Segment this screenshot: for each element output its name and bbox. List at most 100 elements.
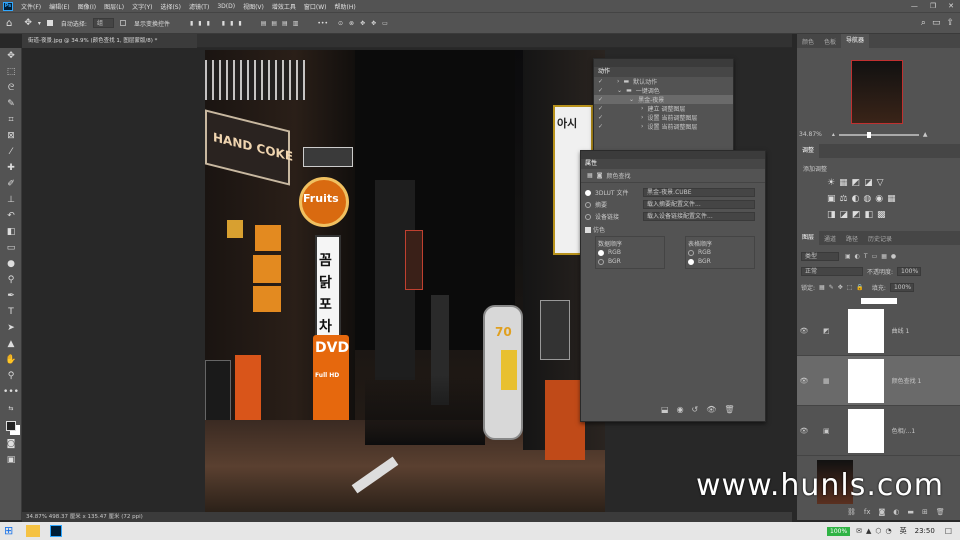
tab-navigator[interactable]: 导航器 (841, 34, 870, 48)
minimize-icon[interactable]: — (911, 2, 918, 10)
new-layer-icon[interactable]: ⊞ (922, 508, 928, 516)
layer-row-curves[interactable]: 👁 ◩ 曲线 1 (797, 306, 960, 356)
bgr-radio[interactable] (688, 258, 694, 265)
bgr-radio[interactable] (598, 258, 604, 265)
layer-kind-dropdown[interactable]: 类型 (801, 252, 839, 261)
add-mask-icon[interactable]: ◙ (879, 508, 886, 516)
distribute-icons[interactable]: ▤▤▤▥ (261, 20, 304, 27)
action-set-default[interactable]: ✓ › ▬ 默认动作 (594, 77, 733, 86)
opacity-input[interactable]: 100% (897, 267, 922, 276)
eyedropper-tool-icon[interactable]: ⁄ (0, 144, 22, 160)
menu-item-layer[interactable]: 图层(L) (100, 2, 128, 11)
maximize-icon[interactable]: ❐ (930, 2, 936, 10)
ime-indicator[interactable]: 英 (900, 526, 907, 536)
action-set-oneclick[interactable]: ✓ ⌄ ▬ 一键调色 (594, 86, 733, 95)
hand-tool-icon[interactable]: ✋ (0, 352, 22, 368)
align-icons[interactable]: ▮▮▮ ▮▮▮ (190, 20, 247, 27)
menu-item-window[interactable]: 窗口(W) (300, 2, 331, 11)
menu-item-edit[interactable]: 编辑(E) (45, 2, 73, 11)
tab-layers[interactable]: 图层 (797, 231, 820, 245)
menu-item-view[interactable]: 视图(V) (239, 2, 268, 11)
menu-item-image[interactable]: 图像(I) (74, 2, 100, 11)
gradient-tool-icon[interactable]: ▭ (0, 240, 22, 256)
brush-tool-icon[interactable]: ✐ (0, 176, 22, 192)
rgb-radio[interactable] (688, 249, 694, 256)
adjustment-icons-row1[interactable]: ☀▦◩◪▽ (827, 178, 888, 188)
table-order-rgb[interactable]: RGB (688, 248, 752, 257)
layer-mask-thumbnail[interactable] (847, 358, 884, 403)
tab-adjustments[interactable]: 调整 (797, 144, 820, 158)
shape-tool-icon[interactable]: ▲ (0, 336, 22, 352)
blur-tool-icon[interactable]: ● (0, 256, 22, 272)
view-previous-icon[interactable]: ◉ (677, 405, 684, 414)
fx-icon[interactable]: fx (864, 508, 871, 516)
chevron-down-icon[interactable]: ⌄ (629, 96, 634, 103)
3d-mode-icons[interactable]: ⊙⊗✥✥▭ (338, 20, 394, 27)
lasso-tool-icon[interactable]: ᘓ (0, 80, 22, 96)
adjustment-icons-row3[interactable]: ◨◪◩◧▩ (827, 210, 890, 220)
menu-item-filter[interactable]: 滤镜(T) (185, 2, 213, 11)
menu-item-select[interactable]: 选择(S) (156, 2, 185, 11)
zoom-tool-icon[interactable]: ⚲ (0, 368, 22, 384)
filter-icons[interactable]: ▣◐T▭▦● (845, 253, 900, 260)
data-order-bgr[interactable]: BGR (598, 257, 662, 266)
battery-badge[interactable]: 100% (827, 526, 851, 536)
lut-radio[interactable] (585, 189, 591, 196)
tab-channels[interactable]: 通道 (819, 234, 841, 243)
taskbar-app-explorer-icon[interactable] (26, 525, 40, 537)
workspace-icon[interactable]: ▭ (932, 18, 941, 28)
tab-swatches[interactable]: 色板 (819, 37, 841, 46)
actions-panel-header[interactable] (594, 59, 733, 67)
street-photo[interactable]: HAND COKE Fruits 꼼닭포차 DVD Full HD 70 아시 (205, 50, 605, 513)
notification-icon[interactable]: ☐ (945, 527, 952, 536)
more-options-icon[interactable]: ••• (317, 20, 328, 27)
type-tool-icon[interactable]: T (0, 304, 22, 320)
fill-input[interactable]: 100% (889, 283, 914, 292)
delete-layer-icon[interactable]: 🗑 (936, 508, 945, 516)
rgb-radio[interactable] (598, 249, 604, 256)
history-brush-tool-icon[interactable]: ↶ (0, 208, 22, 224)
layer-name[interactable]: 颜色查找 1 (892, 376, 922, 385)
check-icon[interactable]: ✓ (598, 96, 603, 103)
chevron-down-icon[interactable]: ⌄ (617, 87, 622, 94)
check-icon[interactable]: ✓ (598, 123, 603, 130)
check-icon[interactable]: ✓ (598, 87, 603, 94)
check-icon[interactable]: ✓ (598, 78, 603, 85)
menu-item-file[interactable]: 文件(F) (17, 2, 45, 11)
menu-item-type[interactable]: 文字(Y) (128, 2, 156, 11)
dropdown-chevron-icon[interactable]: ▾ (38, 20, 41, 27)
eraser-tool-icon[interactable]: ◧ (0, 224, 22, 240)
layer-name[interactable]: 色相/...1 (892, 426, 916, 435)
layer-mask-thumbnail[interactable] (847, 308, 884, 353)
lut-dropdown[interactable]: 黑金-夜景.CUBE (643, 188, 755, 197)
tray-icons[interactable]: ✉▲⬡◔ (856, 527, 895, 535)
frame-tool-icon[interactable]: ⊠ (0, 128, 22, 144)
reset-icon[interactable]: ↺ (692, 405, 699, 414)
swap-colors-icon[interactable]: ⇆ (0, 400, 22, 416)
foreground-color-swatch[interactable] (0, 416, 22, 436)
layer-row-color-lookup[interactable]: 👁 ▦ 颜色查找 1 (797, 356, 960, 406)
abstract-dropdown[interactable]: 载入摘要配置文件... (643, 200, 755, 209)
data-order-rgb[interactable]: RGB (598, 248, 662, 257)
taskbar-app-photoshop-icon[interactable] (50, 525, 62, 537)
abstract-radio[interactable] (585, 201, 591, 208)
auto-select-checkbox[interactable] (46, 20, 53, 26)
layer-mask-thumbnail[interactable] (847, 408, 884, 453)
action-item-selected[interactable]: ✓ ⌄ 黑金-夜景 (594, 95, 733, 104)
tab-history[interactable]: 历史记录 (863, 234, 897, 243)
link-layers-icon[interactable]: ⛓ (847, 508, 856, 516)
chevron-right-icon[interactable]: › (641, 114, 643, 121)
tab-paths[interactable]: 路径 (841, 234, 863, 243)
chevron-right-icon[interactable]: › (617, 78, 619, 85)
delete-icon[interactable]: 🗑 (724, 405, 734, 414)
healing-brush-tool-icon[interactable]: ✚ (0, 160, 22, 176)
check-icon[interactable]: ✓ (598, 114, 603, 121)
search-icon[interactable]: ⌕ (921, 18, 926, 28)
auto-select-dropdown[interactable]: 组 (92, 18, 114, 28)
zoom-out-icon[interactable]: ▴ (832, 131, 835, 138)
action-step[interactable]: ✓ › 建立 调整图层 (594, 104, 733, 113)
action-step[interactable]: ✓ › 设置 当前调整图层 (594, 122, 733, 131)
menu-item-plugins[interactable]: 增效工具 (268, 2, 300, 11)
visibility-eye-icon[interactable]: 👁 (797, 427, 811, 435)
device-dropdown[interactable]: 载入设备链接配置文件... (643, 212, 755, 221)
